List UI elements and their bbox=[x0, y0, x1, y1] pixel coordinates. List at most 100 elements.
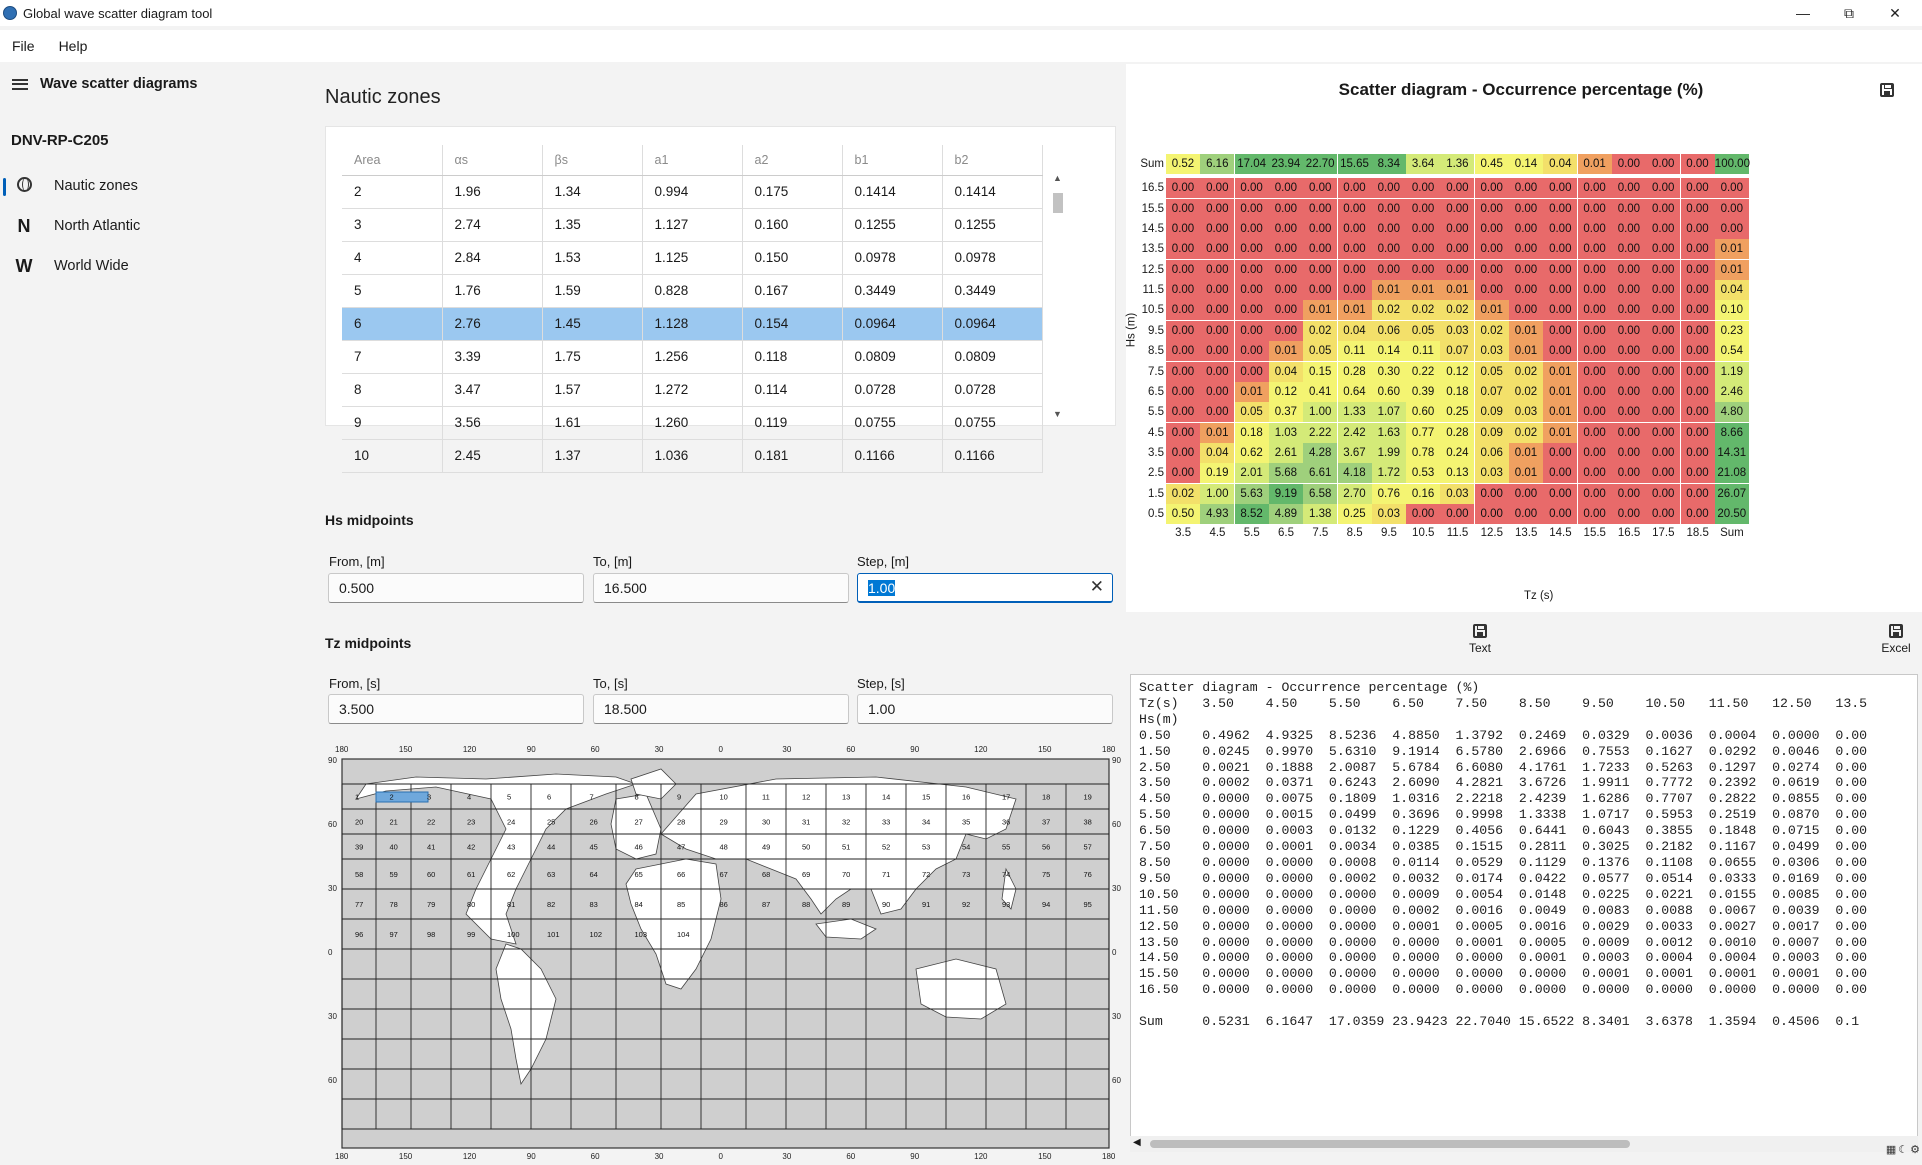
zone-label[interactable]: 51 bbox=[842, 843, 850, 852]
zone-label[interactable]: 22 bbox=[427, 818, 435, 827]
zone-label[interactable]: 64 bbox=[590, 870, 598, 879]
zone-label[interactable]: 52 bbox=[882, 843, 890, 852]
zone-label[interactable]: 83 bbox=[590, 900, 598, 909]
table-row[interactable]: 9 3.56 1.61 1.260 0.119 0.0755 0.0755 bbox=[342, 406, 1043, 440]
zone-label[interactable]: 53 bbox=[922, 843, 930, 852]
tz-to-input[interactable]: 18.500 bbox=[593, 694, 849, 724]
scroll-thumb[interactable] bbox=[1150, 1140, 1630, 1148]
zone-label[interactable]: 11 bbox=[762, 793, 770, 802]
zone-label[interactable]: 6 bbox=[547, 793, 551, 802]
tray-icon[interactable]: ☾ bbox=[1898, 1143, 1908, 1161]
zone-label[interactable]: 92 bbox=[962, 900, 970, 909]
zone-label[interactable]: 56 bbox=[1042, 843, 1050, 852]
scroll-thumb[interactable] bbox=[1053, 193, 1063, 213]
table-scrollbar[interactable]: ▲ ▼ bbox=[1051, 173, 1063, 420]
zone-label[interactable]: 69 bbox=[802, 870, 810, 879]
zone-label[interactable]: 41 bbox=[427, 843, 435, 852]
sidebar-item-north-atlantic[interactable]: N North Atlantic bbox=[0, 206, 316, 246]
zone-label[interactable]: 16 bbox=[962, 793, 970, 802]
zone-label[interactable]: 102 bbox=[590, 930, 603, 939]
zone-label[interactable]: 4 bbox=[467, 793, 471, 802]
sidebar-header[interactable]: Wave scatter diagrams bbox=[0, 64, 316, 104]
zone-label[interactable]: 96 bbox=[355, 930, 363, 939]
zone-label[interactable]: 77 bbox=[355, 900, 363, 909]
close-window-button[interactable]: ✕ bbox=[1872, 0, 1918, 26]
tray-icon[interactable]: ⚙ bbox=[1910, 1143, 1920, 1161]
zone-label[interactable]: 80 bbox=[467, 900, 475, 909]
zone-label[interactable]: 2 bbox=[390, 793, 394, 802]
zone-label[interactable]: 12 bbox=[802, 793, 810, 802]
menu-help[interactable]: Help bbox=[47, 38, 100, 54]
zone-label[interactable]: 34 bbox=[922, 818, 930, 827]
zone-label[interactable]: 88 bbox=[802, 900, 810, 909]
sidebar-item-world-wide[interactable]: W World Wide bbox=[0, 246, 316, 286]
column-header[interactable]: βs bbox=[542, 145, 643, 176]
zone-label[interactable]: 91 bbox=[922, 900, 930, 909]
tz-from-input[interactable]: 3.500 bbox=[328, 694, 584, 724]
zone-label[interactable]: 58 bbox=[355, 870, 363, 879]
zone-label[interactable]: 3 bbox=[427, 793, 431, 802]
zone-label[interactable]: 68 bbox=[762, 870, 770, 879]
zone-label[interactable]: 17 bbox=[1002, 793, 1010, 802]
zone-label[interactable]: 101 bbox=[547, 930, 560, 939]
zone-label[interactable]: 18 bbox=[1042, 793, 1050, 802]
hs-step-input[interactable]: 1.00 ✕ bbox=[857, 573, 1113, 603]
hs-from-input[interactable]: 0.500 bbox=[328, 573, 584, 603]
column-header[interactable]: b2 bbox=[942, 145, 1043, 176]
nautic-zones-map[interactable]: 1 2 3 4 5 6 7 8 9 10 11 12 13 14 15 16 17 18 19 20 21 22 23 24 2… bbox=[316, 739, 1122, 1162]
zone-label[interactable]: 13 bbox=[842, 793, 850, 802]
save-chart-icon[interactable] bbox=[1880, 83, 1894, 97]
zone-label[interactable]: 57 bbox=[1084, 843, 1092, 852]
zone-label[interactable]: 60 bbox=[427, 870, 435, 879]
zone-label[interactable]: 71 bbox=[882, 870, 890, 879]
zone-label[interactable]: 43 bbox=[507, 843, 515, 852]
zone-label[interactable]: 62 bbox=[507, 870, 515, 879]
zone-label[interactable]: 19 bbox=[1084, 793, 1092, 802]
zone-label[interactable]: 72 bbox=[922, 870, 930, 879]
zone-label[interactable]: 49 bbox=[762, 843, 770, 852]
zone-label[interactable]: 103 bbox=[635, 930, 648, 939]
zone-label[interactable]: 93 bbox=[1002, 900, 1010, 909]
scroll-left-icon[interactable]: ◀ bbox=[1133, 1137, 1141, 1148]
table-row[interactable]: 4 2.84 1.53 1.125 0.150 0.0978 0.0978 bbox=[342, 241, 1043, 275]
tray-icon[interactable]: ▦ bbox=[1886, 1143, 1896, 1161]
column-header[interactable]: αs bbox=[442, 145, 543, 176]
zone-label[interactable]: 10 bbox=[720, 793, 728, 802]
table-row[interactable]: 2 1.96 1.34 0.994 0.175 0.1414 0.1414 bbox=[342, 175, 1043, 209]
table-row[interactable]: 5 1.76 1.59 0.828 0.167 0.3449 0.3449 bbox=[342, 274, 1043, 308]
zone-label[interactable]: 9 bbox=[677, 793, 681, 802]
zone-label[interactable]: 5 bbox=[507, 793, 511, 802]
zone-label[interactable]: 21 bbox=[390, 818, 398, 827]
zone-label[interactable]: 89 bbox=[842, 900, 850, 909]
scroll-up-icon[interactable]: ▲ bbox=[1053, 173, 1062, 183]
hamburger-icon[interactable] bbox=[12, 78, 28, 90]
zone-label[interactable]: 20 bbox=[355, 818, 363, 827]
zone-label[interactable]: 46 bbox=[635, 843, 643, 852]
zone-label[interactable]: 28 bbox=[677, 818, 685, 827]
zone-label[interactable]: 38 bbox=[1084, 818, 1092, 827]
zone-label[interactable]: 31 bbox=[802, 818, 810, 827]
text-output-area[interactable]: Scatter diagram - Occurrence percentage … bbox=[1130, 674, 1918, 1152]
zone-label[interactable]: 97 bbox=[390, 930, 398, 939]
zone-label[interactable]: 84 bbox=[635, 900, 643, 909]
zone-label[interactable]: 26 bbox=[590, 818, 598, 827]
zone-label[interactable]: 82 bbox=[547, 900, 555, 909]
export-excel-button[interactable]: Excel bbox=[1876, 624, 1916, 655]
zone-label[interactable]: 63 bbox=[547, 870, 555, 879]
zone-label[interactable]: 23 bbox=[467, 818, 475, 827]
zone-label[interactable]: 14 bbox=[882, 793, 890, 802]
zone-label[interactable]: 70 bbox=[842, 870, 850, 879]
zone-label[interactable]: 32 bbox=[842, 818, 850, 827]
hs-to-input[interactable]: 16.500 bbox=[593, 573, 849, 603]
tz-step-input[interactable]: 1.00 bbox=[857, 694, 1113, 724]
restore-button[interactable]: ⧉ bbox=[1826, 0, 1872, 26]
table-row[interactable]: 6 2.76 1.45 1.128 0.154 0.0964 0.0964 bbox=[342, 307, 1043, 341]
zone-label[interactable]: 25 bbox=[547, 818, 555, 827]
zone-label[interactable]: 74 bbox=[1002, 870, 1010, 879]
table-row[interactable]: 10 2.45 1.37 1.036 0.181 0.1166 0.1166 bbox=[342, 439, 1043, 473]
scroll-down-icon[interactable]: ▼ bbox=[1053, 409, 1062, 419]
zone-label[interactable]: 61 bbox=[467, 870, 475, 879]
zone-label[interactable]: 47 bbox=[677, 843, 685, 852]
zone-label[interactable]: 100 bbox=[507, 930, 520, 939]
zone-label[interactable]: 95 bbox=[1084, 900, 1092, 909]
